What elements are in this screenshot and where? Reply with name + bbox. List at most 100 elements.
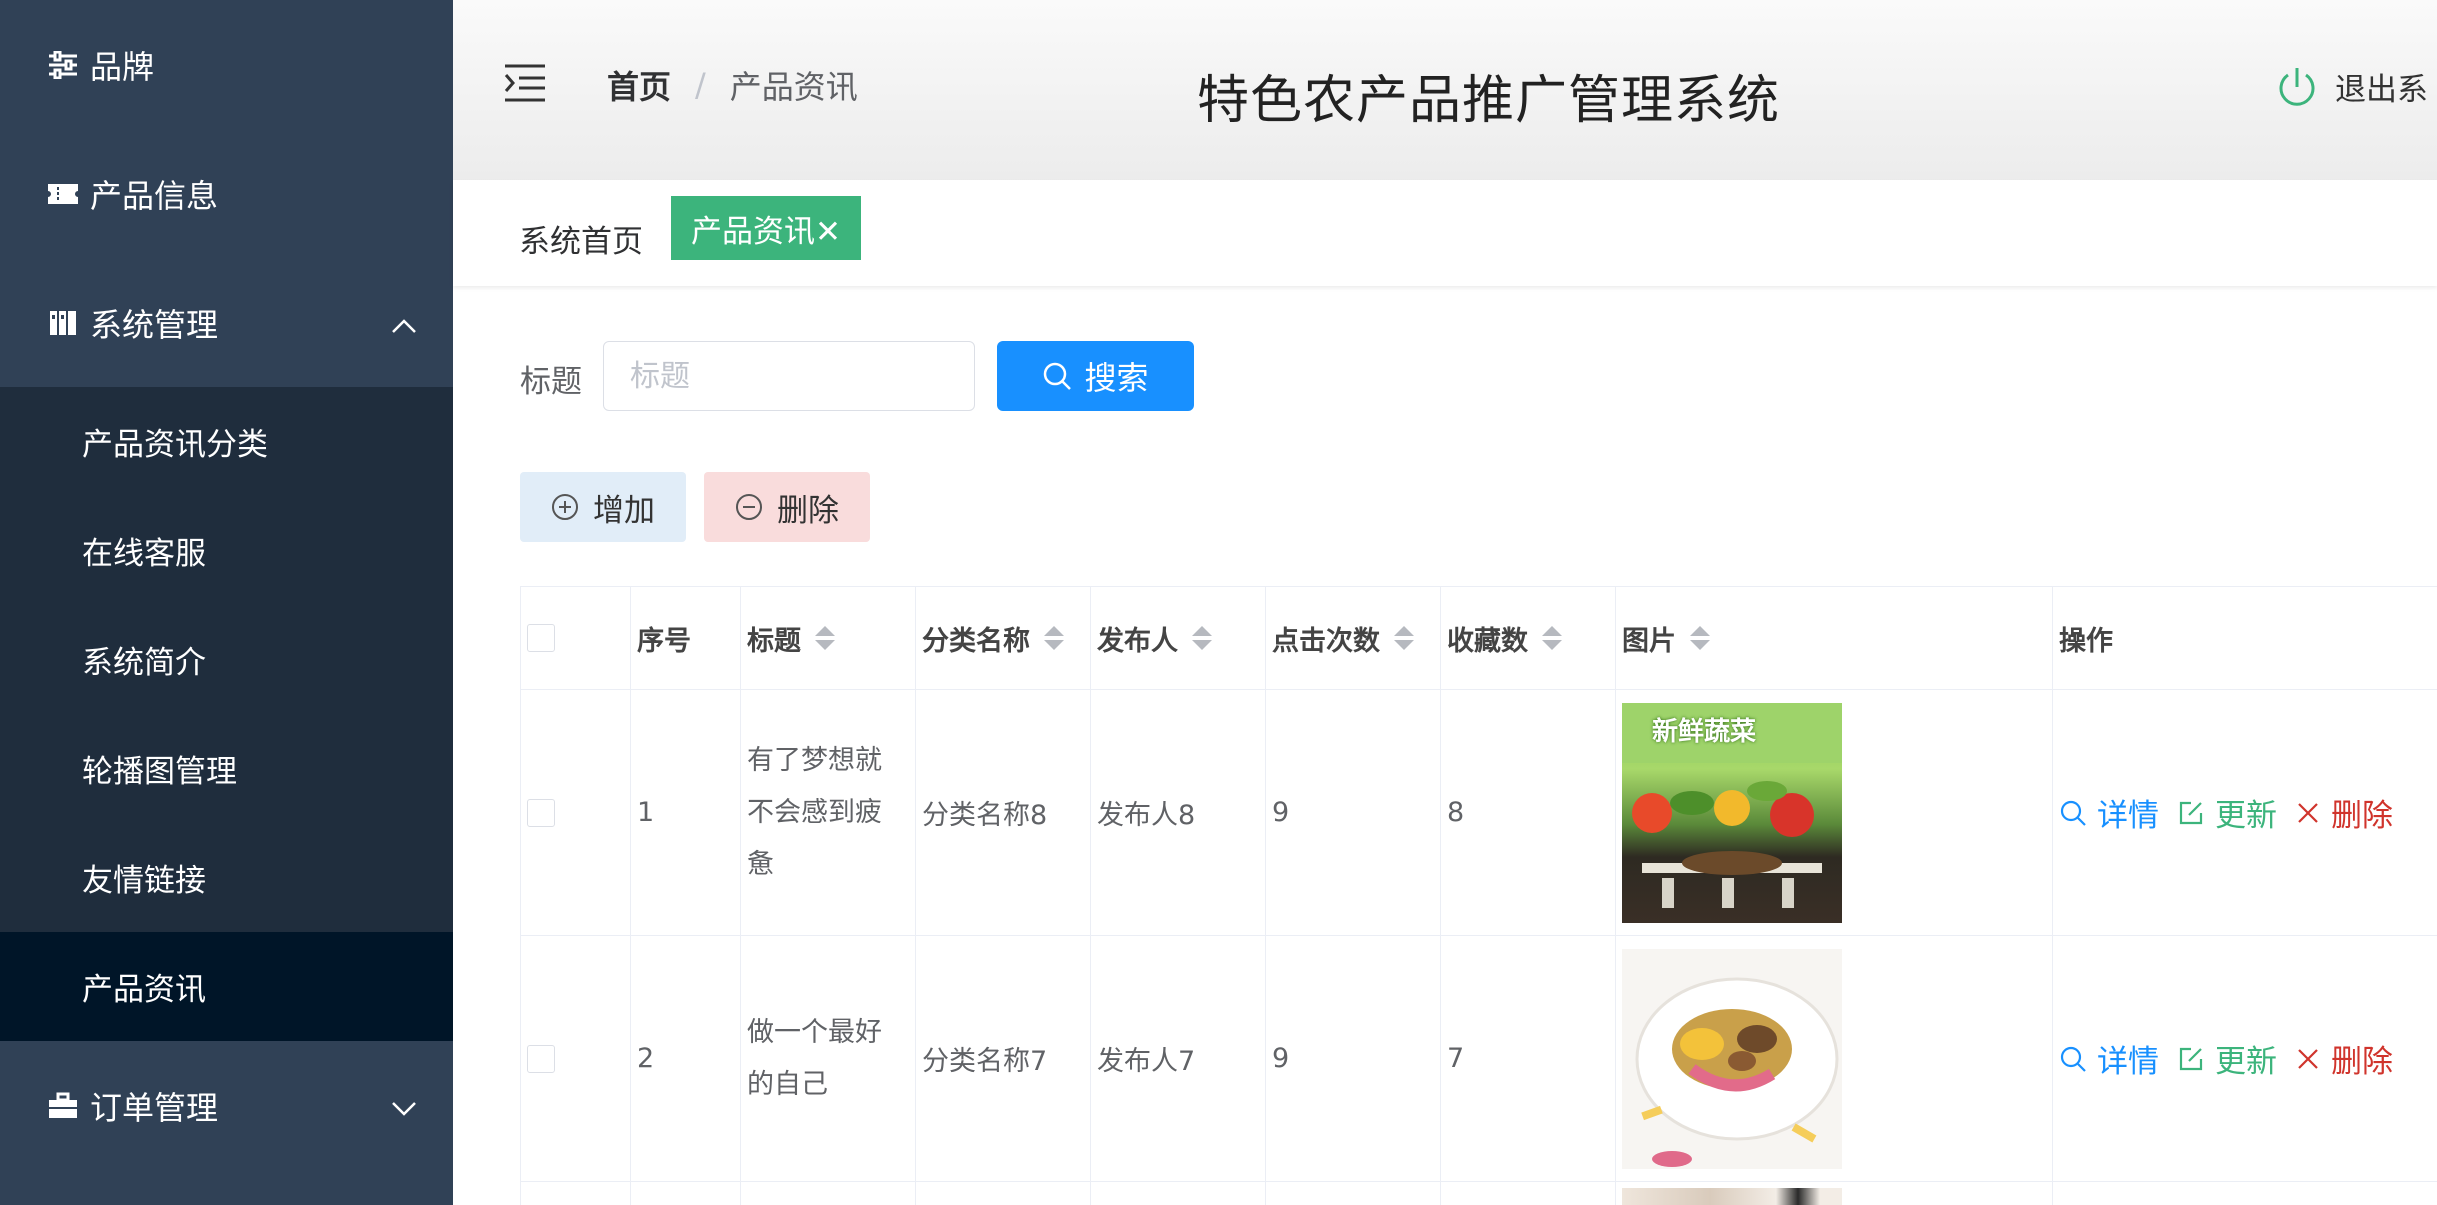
clicks-cell	[1265, 1182, 1440, 1205]
breadcrumb-separator: /	[695, 66, 706, 104]
logout-button[interactable]: 退出系	[2275, 64, 2428, 109]
breadcrumb-home[interactable]: 首页	[607, 62, 671, 108]
chevron-down-icon	[391, 1087, 417, 1125]
column-header-label: 标题	[747, 625, 801, 657]
delete-button-label: 删除	[777, 492, 839, 529]
sidebar-item-carousel[interactable]: 轮播图管理	[0, 714, 453, 823]
sidebar-item-label: 在线客服	[82, 536, 206, 572]
column-header-actions: 操作	[2052, 587, 2437, 689]
sidebar-item-news-category[interactable]: 产品资讯分类	[0, 387, 453, 496]
sidebar-item-online-service[interactable]: 在线客服	[0, 496, 453, 605]
index-cell: 1	[630, 690, 740, 935]
sidebar-item-product-news[interactable]: 产品资讯	[0, 932, 453, 1041]
edit-icon	[2179, 801, 2203, 824]
top-header: 首页 / 产品资讯 特色农产品推广管理系统 退出系	[453, 0, 2437, 180]
sidebar-item-label: 轮播图管理	[82, 754, 237, 790]
delete-row-button[interactable]: 删除	[2295, 790, 2393, 835]
column-header-title[interactable]: 标题	[740, 587, 915, 689]
table-header-row: 序号 标题 分类名称 发布人 点击次数 收藏数 图片 操作	[520, 587, 2437, 690]
dried-fruit-bowl-image	[1622, 948, 1842, 1169]
title-cell: 做一个最好的自己	[740, 936, 915, 1181]
sidebar-item-label: 产品资讯分类	[82, 427, 268, 463]
search-button[interactable]: 搜索	[997, 341, 1194, 411]
add-button[interactable]: 增加	[520, 472, 686, 542]
sidebar-item-label: 产品信息	[90, 176, 219, 215]
category-cell: 分类名称8	[915, 690, 1090, 935]
sort-icon[interactable]	[815, 626, 835, 650]
sort-icon[interactable]	[1044, 626, 1064, 650]
detail-label: 详情	[2097, 1044, 2159, 1080]
category-cell	[915, 1182, 1090, 1205]
breadcrumb-current: 产品资讯	[729, 68, 858, 106]
title-search-input[interactable]	[603, 341, 975, 411]
sidebar-item-system-intro[interactable]: 系统简介	[0, 605, 453, 714]
breadcrumb: 首页 / 产品资讯	[607, 62, 858, 108]
sidebar-item-label: 品牌	[90, 47, 155, 86]
row-select-cell	[520, 936, 630, 1181]
menu-toggle-icon[interactable]	[503, 63, 547, 107]
sidebar-item-order-management[interactable]: 订单管理	[0, 1041, 453, 1171]
sort-icon[interactable]	[1542, 626, 1562, 650]
update-button[interactable]: 更新	[2177, 1036, 2277, 1081]
search-icon	[1044, 362, 1072, 390]
batch-delete-button[interactable]: 删除	[704, 472, 870, 542]
column-header-label: 图片	[1622, 625, 1676, 657]
search-button-label: 搜索	[1084, 359, 1149, 397]
ticket-icon	[46, 177, 80, 211]
search-icon	[2060, 1046, 2086, 1072]
sidebar-item-brand[interactable]: 品牌	[0, 0, 453, 129]
column-header-label: 序号	[637, 625, 691, 657]
index-cell	[630, 1182, 740, 1205]
column-header-favorites[interactable]: 收藏数	[1440, 587, 1615, 689]
column-header-category[interactable]: 分类名称	[915, 587, 1090, 689]
clicks-cell: 9	[1265, 690, 1440, 935]
sidebar-item-label: 系统简介	[82, 645, 206, 681]
sidebar-item-label: 友情链接	[82, 863, 206, 899]
detail-button[interactable]: 详情	[2059, 1036, 2159, 1081]
select-all-checkbox[interactable]	[527, 624, 555, 652]
actions-cell: 详情 更新 删除	[2052, 936, 2437, 1181]
favorites-cell	[1440, 1182, 1615, 1205]
row-checkbox[interactable]	[527, 798, 555, 827]
sidebar-item-friend-links[interactable]: 友情链接	[0, 823, 453, 932]
sidebar-item-label: 系统管理	[90, 305, 219, 344]
app-title: 特色农产品推广管理系统	[1197, 71, 1781, 131]
sort-icon[interactable]	[1690, 626, 1710, 650]
actions-cell	[2052, 1182, 2437, 1205]
delete-row-button[interactable]: 删除	[2295, 1036, 2393, 1081]
column-header-publisher[interactable]: 发布人	[1090, 587, 1265, 689]
column-header-clicks[interactable]: 点击次数	[1265, 587, 1440, 689]
column-header-label: 操作	[2059, 625, 2113, 657]
news-table: 序号 标题 分类名称 发布人 点击次数 收藏数 图片 操作 1 有了梦想就不会感…	[520, 586, 2437, 1205]
clicks-cell: 9	[1265, 936, 1440, 1181]
column-header-label: 点击次数	[1272, 625, 1380, 657]
tag-home[interactable]: 系统首页	[519, 210, 643, 274]
column-header-label: 收藏数	[1447, 625, 1528, 657]
title-cell: 有了梦想就不会感到疲惫	[740, 690, 915, 935]
search-label: 标题	[520, 364, 582, 400]
close-icon	[2298, 802, 2318, 823]
image-caption: 新鲜蔬菜	[1652, 716, 1757, 747]
delete-label: 删除	[2331, 798, 2393, 834]
detail-button[interactable]: 详情	[2059, 790, 2159, 835]
thumbnail-image	[1622, 1188, 1842, 1205]
delete-label: 删除	[2331, 1044, 2393, 1080]
update-button[interactable]: 更新	[2177, 790, 2277, 835]
image-cell	[1615, 936, 2052, 1181]
category-cell: 分类名称7	[915, 936, 1090, 1181]
publisher-cell: 发布人8	[1090, 690, 1265, 935]
tag-product-news[interactable]: 产品资讯✕	[671, 196, 861, 260]
column-header-label: 分类名称	[922, 625, 1030, 657]
row-checkbox[interactable]	[527, 1044, 555, 1073]
chevron-up-icon	[391, 304, 417, 342]
sidebar-item-product-info[interactable]: 产品信息	[0, 129, 453, 258]
sidebar-item-system-management[interactable]: 系统管理	[0, 258, 453, 387]
sort-icon[interactable]	[1394, 626, 1414, 650]
tags-bar: 系统首页 产品资讯✕	[453, 180, 2437, 286]
image-cell	[1615, 1182, 2052, 1205]
publisher-cell	[1090, 1182, 1265, 1205]
sort-icon[interactable]	[1192, 626, 1212, 650]
edit-icon	[2179, 1047, 2203, 1070]
close-icon	[2298, 1048, 2318, 1069]
column-header-image[interactable]: 图片	[1615, 587, 2052, 689]
